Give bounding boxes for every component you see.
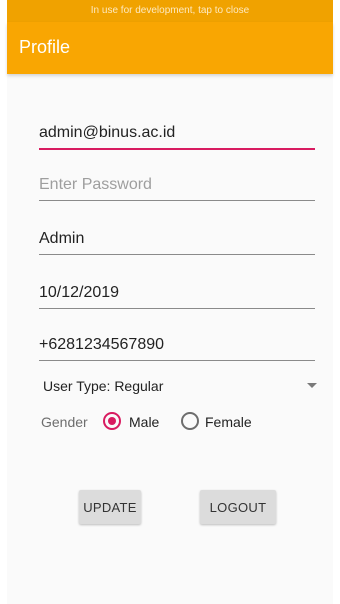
chevron-down-icon <box>307 383 317 388</box>
gender-female-radio[interactable] <box>181 412 199 430</box>
app-bar: Profile <box>7 22 333 74</box>
phone-field[interactable]: +6281234567890 <box>39 330 315 361</box>
page-title: Profile <box>19 37 71 57</box>
user-type-dropdown[interactable]: User Type: Regular <box>43 372 319 400</box>
dev-status-bar[interactable]: In use for development, tap to close <box>7 0 333 22</box>
date-of-birth-field[interactable]: 10/12/2019 <box>39 278 315 309</box>
email-field[interactable]: admin@binus.ac.id <box>39 118 315 150</box>
gender-radio-group: Gender Male Female <box>7 410 333 434</box>
gender-male-radio[interactable] <box>103 412 121 430</box>
password-field[interactable]: Enter Password <box>39 170 315 201</box>
status-bar-text: In use for development, tap to close <box>90 5 250 16</box>
app-screen: In use for development, tap to close Pro… <box>7 0 333 604</box>
name-field[interactable]: Admin <box>39 224 315 255</box>
gender-female-label[interactable]: Female <box>205 414 252 430</box>
update-button[interactable]: UPDATE <box>79 490 141 524</box>
gender-label: Gender <box>41 414 88 430</box>
gender-male-label[interactable]: Male <box>129 414 159 430</box>
user-type-selected: User Type: Regular <box>43 378 164 394</box>
logout-button[interactable]: LOGOUT <box>200 490 276 524</box>
